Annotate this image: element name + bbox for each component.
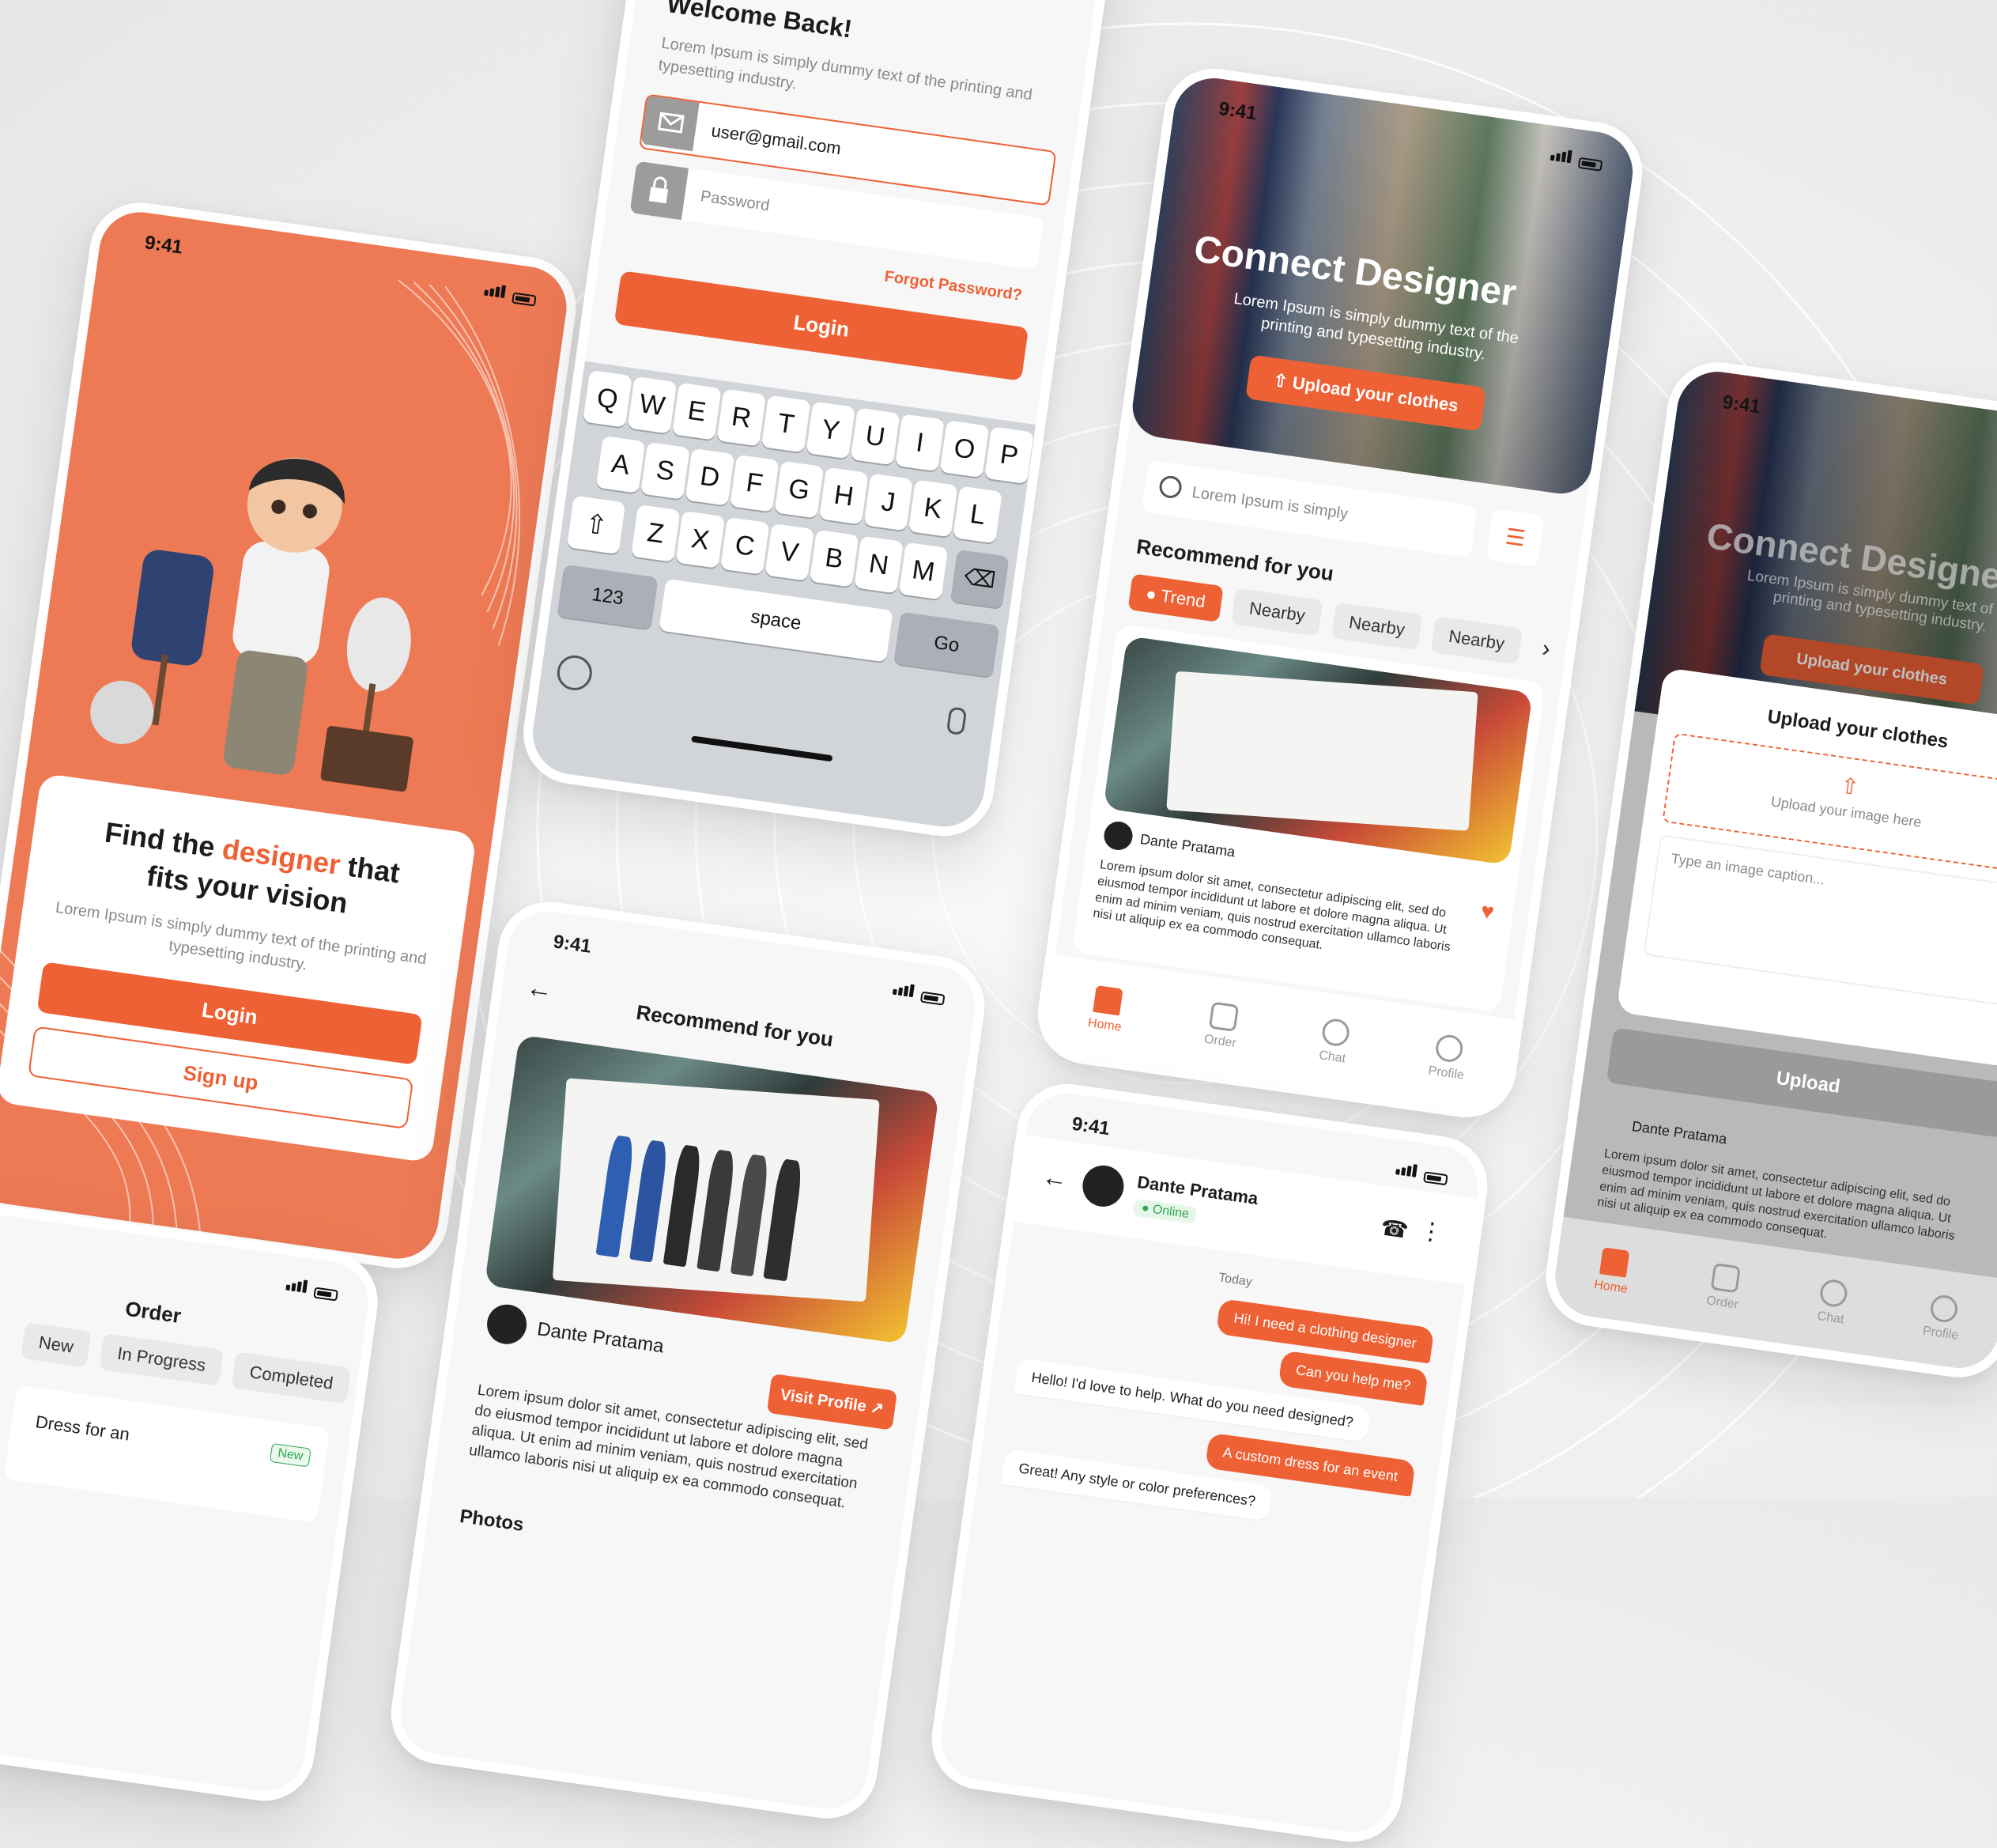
upload-modal: Upload your clothes ⇧ Upload your image … xyxy=(1616,667,1997,1068)
tab-home[interactable]: Home xyxy=(1087,984,1127,1034)
visit-profile-button[interactable]: Visit Profile ↗ xyxy=(766,1374,898,1430)
backspace-key[interactable]: ⌫ xyxy=(950,549,1010,609)
hero-photo: 9:41 Connect Designer Lorem Ipsum is sim… xyxy=(1128,73,1638,498)
microphone-icon[interactable] xyxy=(946,706,968,736)
key-n[interactable]: N xyxy=(854,535,904,594)
upload-clothes-button[interactable]: ⇧ Upload your clothes xyxy=(1245,354,1486,432)
key-d[interactable]: D xyxy=(685,448,735,506)
tab-chat[interactable]: Chat xyxy=(1816,1278,1850,1327)
heart-icon[interactable]: ♥ xyxy=(1479,898,1496,925)
order-item[interactable]: Dress for an New xyxy=(3,1385,330,1523)
forgot-password-link[interactable]: Forgot Password? xyxy=(883,268,1023,305)
sliders-icon: ☰ xyxy=(1504,523,1527,551)
key-r[interactable]: R xyxy=(716,388,767,447)
password-placeholder: Password xyxy=(699,187,771,215)
post-image xyxy=(1103,636,1533,866)
tab-completed[interactable]: Completed xyxy=(231,1351,352,1404)
chat-icon xyxy=(1320,1017,1351,1048)
key-o[interactable]: O xyxy=(939,420,990,478)
chip-nearby[interactable]: Nearby xyxy=(1331,602,1423,651)
tab-profile[interactable]: Profile xyxy=(1922,1293,1964,1343)
key-h[interactable]: H xyxy=(818,467,869,525)
key-b[interactable]: B xyxy=(809,529,859,588)
shift-key[interactable]: ⇧ xyxy=(566,495,626,555)
chevron-right-icon[interactable]: › xyxy=(1540,635,1551,663)
tab-new[interactable]: New xyxy=(21,1322,92,1368)
key-l[interactable]: L xyxy=(953,486,1002,544)
key-q[interactable]: Q xyxy=(583,369,632,428)
chip-nearby[interactable]: Nearby xyxy=(1430,616,1523,665)
order-item-title: Dress for an xyxy=(34,1412,131,1445)
tab-profile[interactable]: Profile xyxy=(1427,1033,1469,1083)
home-icon xyxy=(1599,1247,1630,1278)
key-e[interactable]: E xyxy=(672,382,722,440)
post-card[interactable]: Dante Pratama ♥ Lorem ipsum dolor sit am… xyxy=(1071,623,1546,1013)
key-g[interactable]: G xyxy=(774,460,825,519)
order-icon xyxy=(1710,1263,1742,1294)
lock-icon xyxy=(629,161,689,221)
post-image xyxy=(484,1034,939,1344)
designer-name: Dante Pratama xyxy=(535,1318,666,1358)
profile-icon xyxy=(1434,1033,1465,1064)
key-t[interactable]: T xyxy=(761,395,811,453)
keyboard: QWERTYUIOP ASDFGHJKL ZXCVBNM ⇧ ⌫ 123 spa… xyxy=(527,361,1036,832)
photos-label: Photos xyxy=(458,1505,526,1536)
phone-icon[interactable]: ☎ xyxy=(1379,1214,1410,1244)
email-value: user@gmail.com xyxy=(710,120,843,159)
designer-name: Dante Pratama xyxy=(1138,830,1236,860)
status-badge: New xyxy=(269,1442,311,1468)
status-badge: ● Online xyxy=(1132,1198,1199,1225)
key-j[interactable]: J xyxy=(863,473,914,531)
key-v[interactable]: V xyxy=(764,523,815,581)
filter-button[interactable]: ☰ xyxy=(1485,508,1546,568)
post-text: Lorem ipsum dolor sit amet, consectetur … xyxy=(1092,858,1452,954)
go-key[interactable]: Go xyxy=(893,611,1000,678)
search-icon xyxy=(1157,474,1183,500)
tab-home[interactable]: Home xyxy=(1593,1247,1633,1297)
space-key[interactable]: space xyxy=(659,578,893,663)
key-z[interactable]: Z xyxy=(631,505,681,562)
mail-icon xyxy=(640,95,700,152)
order-phone: Order New In Progress Completed Dress fo… xyxy=(0,1197,384,1808)
chat-phone: 9:41 ← Dante Pratama ● Online ☎ ⋮ Today … xyxy=(925,1077,1494,1848)
chip-nearby[interactable]: Nearby xyxy=(1231,588,1323,637)
emoji-icon[interactable] xyxy=(554,653,595,693)
key-p[interactable]: P xyxy=(984,426,1034,485)
chip-trend[interactable]: ● Trend xyxy=(1127,573,1224,622)
order-icon xyxy=(1208,1001,1239,1032)
designer-illustration xyxy=(90,457,413,792)
avatar xyxy=(1080,1162,1127,1210)
onboarding-card: Find the designer that fits your vision … xyxy=(0,773,478,1163)
arrow-up-right-icon: ↗ xyxy=(869,1398,885,1418)
home-indicator xyxy=(691,735,833,762)
tab-in-progress[interactable]: In Progress xyxy=(99,1333,224,1386)
home-icon xyxy=(1093,984,1123,1016)
tab-chat[interactable]: Chat xyxy=(1318,1017,1351,1066)
key-y[interactable]: Y xyxy=(806,401,856,459)
profile-icon xyxy=(1928,1293,1960,1325)
key-k[interactable]: K xyxy=(908,479,958,538)
avatar xyxy=(484,1302,530,1347)
key-s[interactable]: S xyxy=(640,441,690,500)
avatar xyxy=(1102,819,1134,852)
key-m[interactable]: M xyxy=(898,542,949,600)
key-u[interactable]: U xyxy=(850,407,900,466)
tab-order[interactable]: Order xyxy=(1203,1001,1242,1051)
key-f[interactable]: F xyxy=(730,454,780,512)
key-i[interactable]: I xyxy=(895,414,945,472)
numbers-key[interactable]: 123 xyxy=(557,564,659,629)
key-w[interactable]: W xyxy=(627,376,678,434)
key-x[interactable]: X xyxy=(675,510,726,569)
key-c[interactable]: C xyxy=(719,516,770,575)
tab-order[interactable]: Order xyxy=(1705,1263,1744,1313)
upload-icon: ⇧ xyxy=(1271,369,1289,392)
back-arrow-icon[interactable]: ← xyxy=(1040,1162,1070,1194)
key-a[interactable]: A xyxy=(595,436,646,493)
chat-icon xyxy=(1818,1278,1850,1309)
more-vertical-icon[interactable]: ⋮ xyxy=(1418,1216,1445,1247)
